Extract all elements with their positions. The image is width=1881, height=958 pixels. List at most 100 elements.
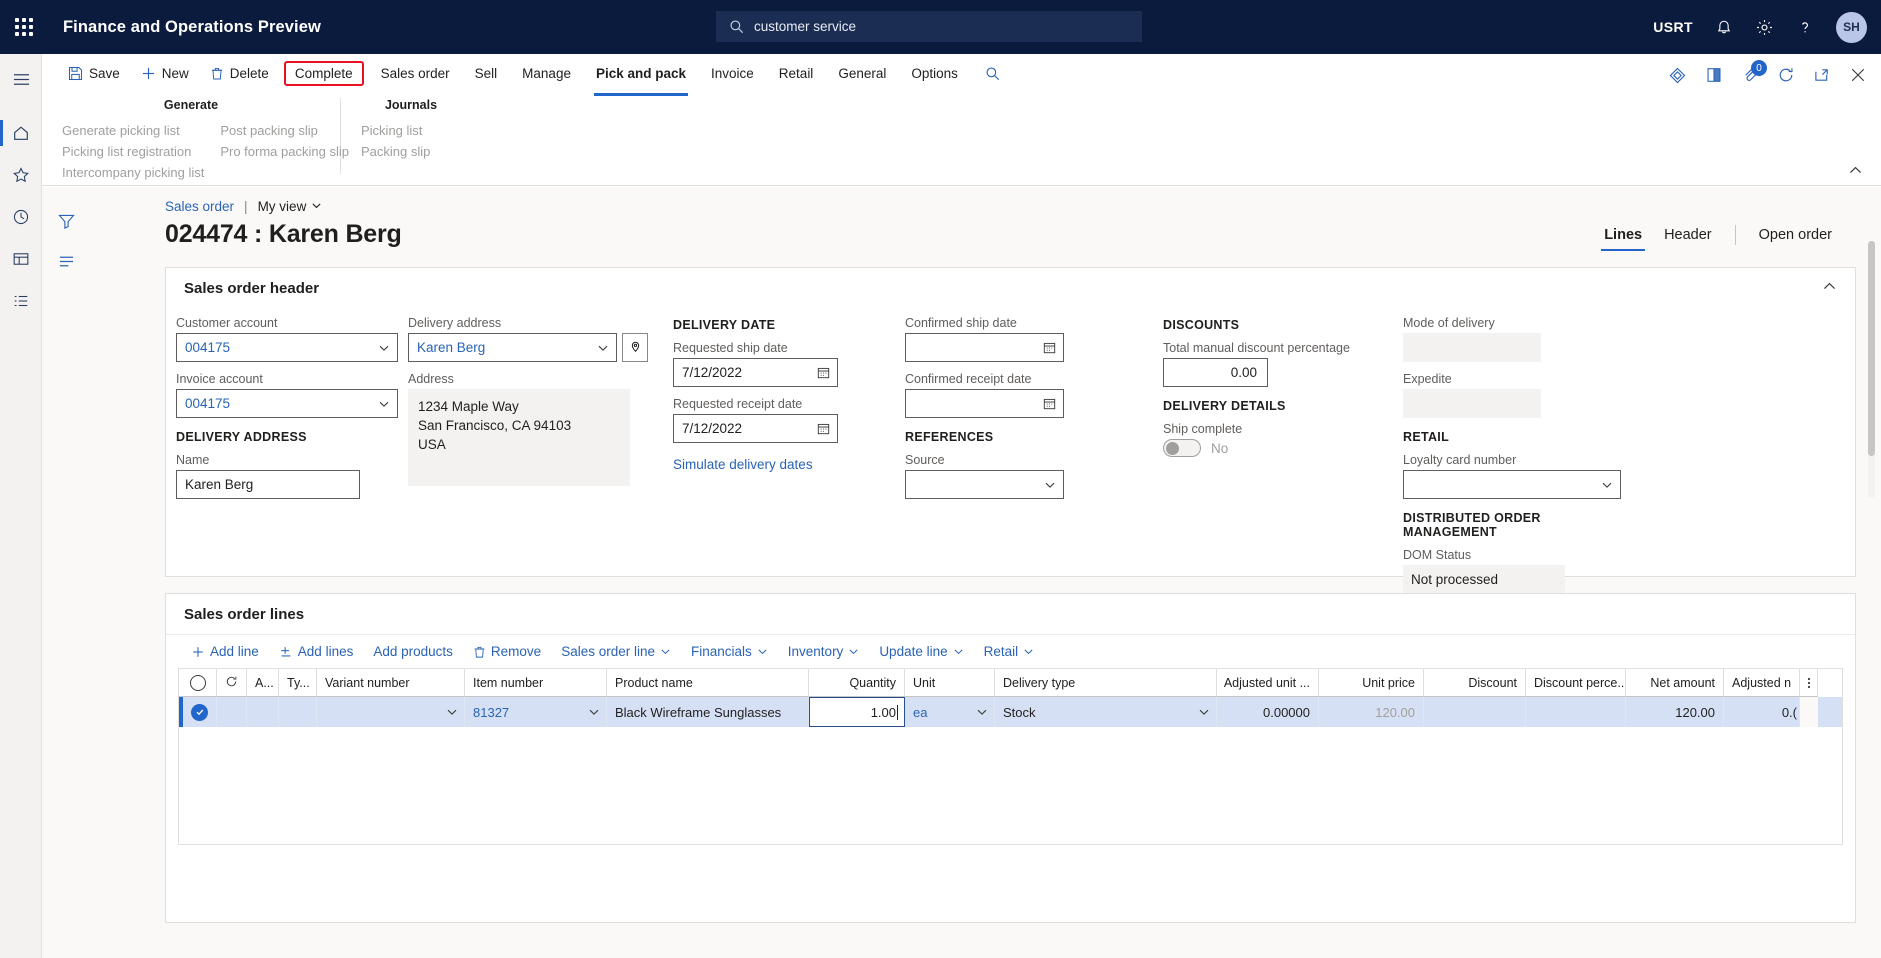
- tab-pick-and-pack[interactable]: Pick and pack: [584, 60, 698, 96]
- workspaces-icon[interactable]: [0, 238, 42, 280]
- breadcrumb-link-sales-order[interactable]: Sales order: [165, 199, 234, 214]
- column-header-product-name[interactable]: Product name: [607, 669, 809, 697]
- row-variant-number-cell[interactable]: [317, 697, 465, 727]
- ship-complete-toggle[interactable]: [1163, 439, 1201, 457]
- header-card-scrollbar[interactable]: [1868, 241, 1875, 497]
- column-header-ty[interactable]: Ty...: [279, 669, 317, 697]
- tab-sell[interactable]: Sell: [463, 60, 510, 87]
- menu-packing-slip[interactable]: Packing slip: [355, 141, 465, 162]
- row-unit-price-cell[interactable]: 120.00: [1319, 697, 1424, 727]
- tab-lines[interactable]: Lines: [1593, 224, 1653, 251]
- column-header-unit[interactable]: Unit: [905, 669, 995, 697]
- menu-post-packing-slip[interactable]: Post packing slip: [214, 120, 355, 141]
- address-pin-icon[interactable]: [622, 333, 648, 362]
- row-item-number-cell[interactable]: 81327: [465, 697, 607, 727]
- panel-icon[interactable]: [1705, 66, 1723, 84]
- row-net-amount-cell[interactable]: 120.00: [1626, 697, 1724, 727]
- calendar-icon[interactable]: [1043, 397, 1056, 410]
- tab-manage[interactable]: Manage: [510, 60, 583, 87]
- row-product-name-cell[interactable]: Black Wireframe Sunglasses: [607, 697, 809, 727]
- column-header-adjusted-net-amount[interactable]: Adjusted n: [1724, 669, 1800, 697]
- view-selector[interactable]: My view: [258, 199, 323, 214]
- avatar[interactable]: SH: [1836, 11, 1867, 43]
- tab-header[interactable]: Header: [1653, 224, 1723, 246]
- simulate-delivery-dates-link[interactable]: Simulate delivery dates: [673, 457, 813, 472]
- row-delivery-type-cell[interactable]: Stock: [995, 697, 1217, 727]
- add-line-button[interactable]: Add line: [182, 640, 268, 663]
- global-search-box[interactable]: customer service: [716, 11, 1142, 42]
- column-header-net-amount[interactable]: Net amount: [1626, 669, 1724, 697]
- question-mark-icon[interactable]: [1796, 18, 1814, 36]
- add-products-button[interactable]: Add products: [364, 640, 462, 663]
- column-header-delivery-type[interactable]: Delivery type: [995, 669, 1217, 697]
- calendar-icon[interactable]: [1043, 341, 1056, 354]
- company-selector[interactable]: USRT: [1653, 19, 1693, 35]
- menu-picking-list-registration[interactable]: Picking list registration: [56, 141, 210, 162]
- invoice-account-input[interactable]: 004175: [176, 389, 398, 418]
- remove-line-button[interactable]: Remove: [464, 640, 550, 663]
- column-header-adjusted-unit-price[interactable]: Adjusted unit ...: [1217, 669, 1319, 697]
- column-header-discount[interactable]: Discount: [1424, 669, 1526, 697]
- list-view-icon[interactable]: [42, 241, 90, 281]
- header-card-scroll-thumb[interactable]: [1868, 241, 1875, 456]
- close-icon[interactable]: [1849, 66, 1867, 84]
- app-launcher-icon[interactable]: [0, 0, 48, 54]
- save-button[interactable]: Save: [58, 61, 130, 86]
- delivery-name-input[interactable]: Karen Berg: [176, 470, 360, 499]
- column-header-variant-number[interactable]: Variant number: [317, 669, 465, 697]
- tab-retail[interactable]: Retail: [767, 60, 826, 87]
- column-header-discount-percent[interactable]: Discount perce...: [1526, 669, 1626, 697]
- refresh-column-header[interactable]: [217, 669, 247, 697]
- update-line-menu[interactable]: Update line: [870, 640, 972, 663]
- menu-generate-picking-list[interactable]: Generate picking list: [56, 120, 210, 141]
- requested-receipt-date-input[interactable]: 7/12/2022: [673, 414, 838, 443]
- financials-menu[interactable]: Financials: [682, 640, 777, 663]
- calendar-icon[interactable]: [817, 366, 830, 379]
- hamburger-icon[interactable]: [0, 58, 42, 100]
- add-lines-button[interactable]: Add lines: [270, 640, 363, 663]
- column-header-item-number[interactable]: Item number: [465, 669, 607, 697]
- row-select-checkbox[interactable]: [183, 697, 217, 727]
- column-header-unit-price[interactable]: Unit price: [1319, 669, 1424, 697]
- total-manual-discount-input[interactable]: 0.00: [1163, 358, 1268, 387]
- home-icon[interactable]: [0, 112, 42, 154]
- row-discount-percent-cell[interactable]: [1526, 697, 1626, 727]
- refresh-icon[interactable]: [1777, 66, 1795, 84]
- more-vertical-icon[interactable]: [1800, 669, 1818, 697]
- address-textarea[interactable]: 1234 Maple Way San Francisco, CA 94103 U…: [408, 389, 630, 486]
- menu-pro-forma-packing-slip[interactable]: Pro forma packing slip: [214, 141, 355, 162]
- sales-order-line-menu[interactable]: Sales order line: [552, 640, 680, 663]
- chevron-up-icon[interactable]: [1848, 163, 1863, 181]
- complete-button[interactable]: Complete: [283, 60, 364, 86]
- loyalty-card-input[interactable]: [1403, 470, 1621, 499]
- gear-icon[interactable]: [1755, 18, 1774, 37]
- retail-menu[interactable]: Retail: [975, 640, 1044, 663]
- inventory-menu[interactable]: Inventory: [779, 640, 869, 663]
- bell-icon[interactable]: [1715, 18, 1733, 36]
- calendar-icon[interactable]: [817, 422, 830, 435]
- customer-account-input[interactable]: 004175: [176, 333, 398, 362]
- column-header-quantity[interactable]: Quantity: [809, 669, 905, 697]
- popout-icon[interactable]: [1813, 66, 1831, 84]
- chevron-up-icon[interactable]: [1822, 279, 1837, 298]
- tab-invoice[interactable]: Invoice: [699, 60, 766, 87]
- attachments-icon[interactable]: 0: [1741, 60, 1767, 84]
- modules-icon[interactable]: [0, 280, 42, 322]
- recent-clock-icon[interactable]: [0, 196, 42, 238]
- confirmed-receipt-date-input[interactable]: [905, 389, 1064, 418]
- row-adjusted-unit-price-cell[interactable]: 0.00000: [1217, 697, 1319, 727]
- tab-general[interactable]: General: [826, 60, 898, 87]
- delete-button[interactable]: Delete: [200, 61, 279, 86]
- table-row[interactable]: 81327 Black Wireframe Sunglasses 1.00 ea: [179, 697, 1842, 727]
- source-input[interactable]: [905, 470, 1064, 499]
- tab-open-order[interactable]: Open order: [1748, 224, 1843, 246]
- filter-icon[interactable]: [42, 201, 90, 241]
- quantity-input[interactable]: 1.00: [809, 697, 905, 727]
- row-unit-cell[interactable]: ea: [905, 697, 995, 727]
- tab-options[interactable]: Options: [899, 60, 970, 87]
- column-header-a[interactable]: A...: [247, 669, 279, 697]
- confirmed-ship-date-input[interactable]: [905, 333, 1064, 362]
- row-adjusted-net-amount-cell[interactable]: 0.(: [1724, 697, 1800, 727]
- tab-sales-order[interactable]: Sales order: [369, 60, 462, 87]
- action-pane-search-icon[interactable]: [971, 60, 1014, 87]
